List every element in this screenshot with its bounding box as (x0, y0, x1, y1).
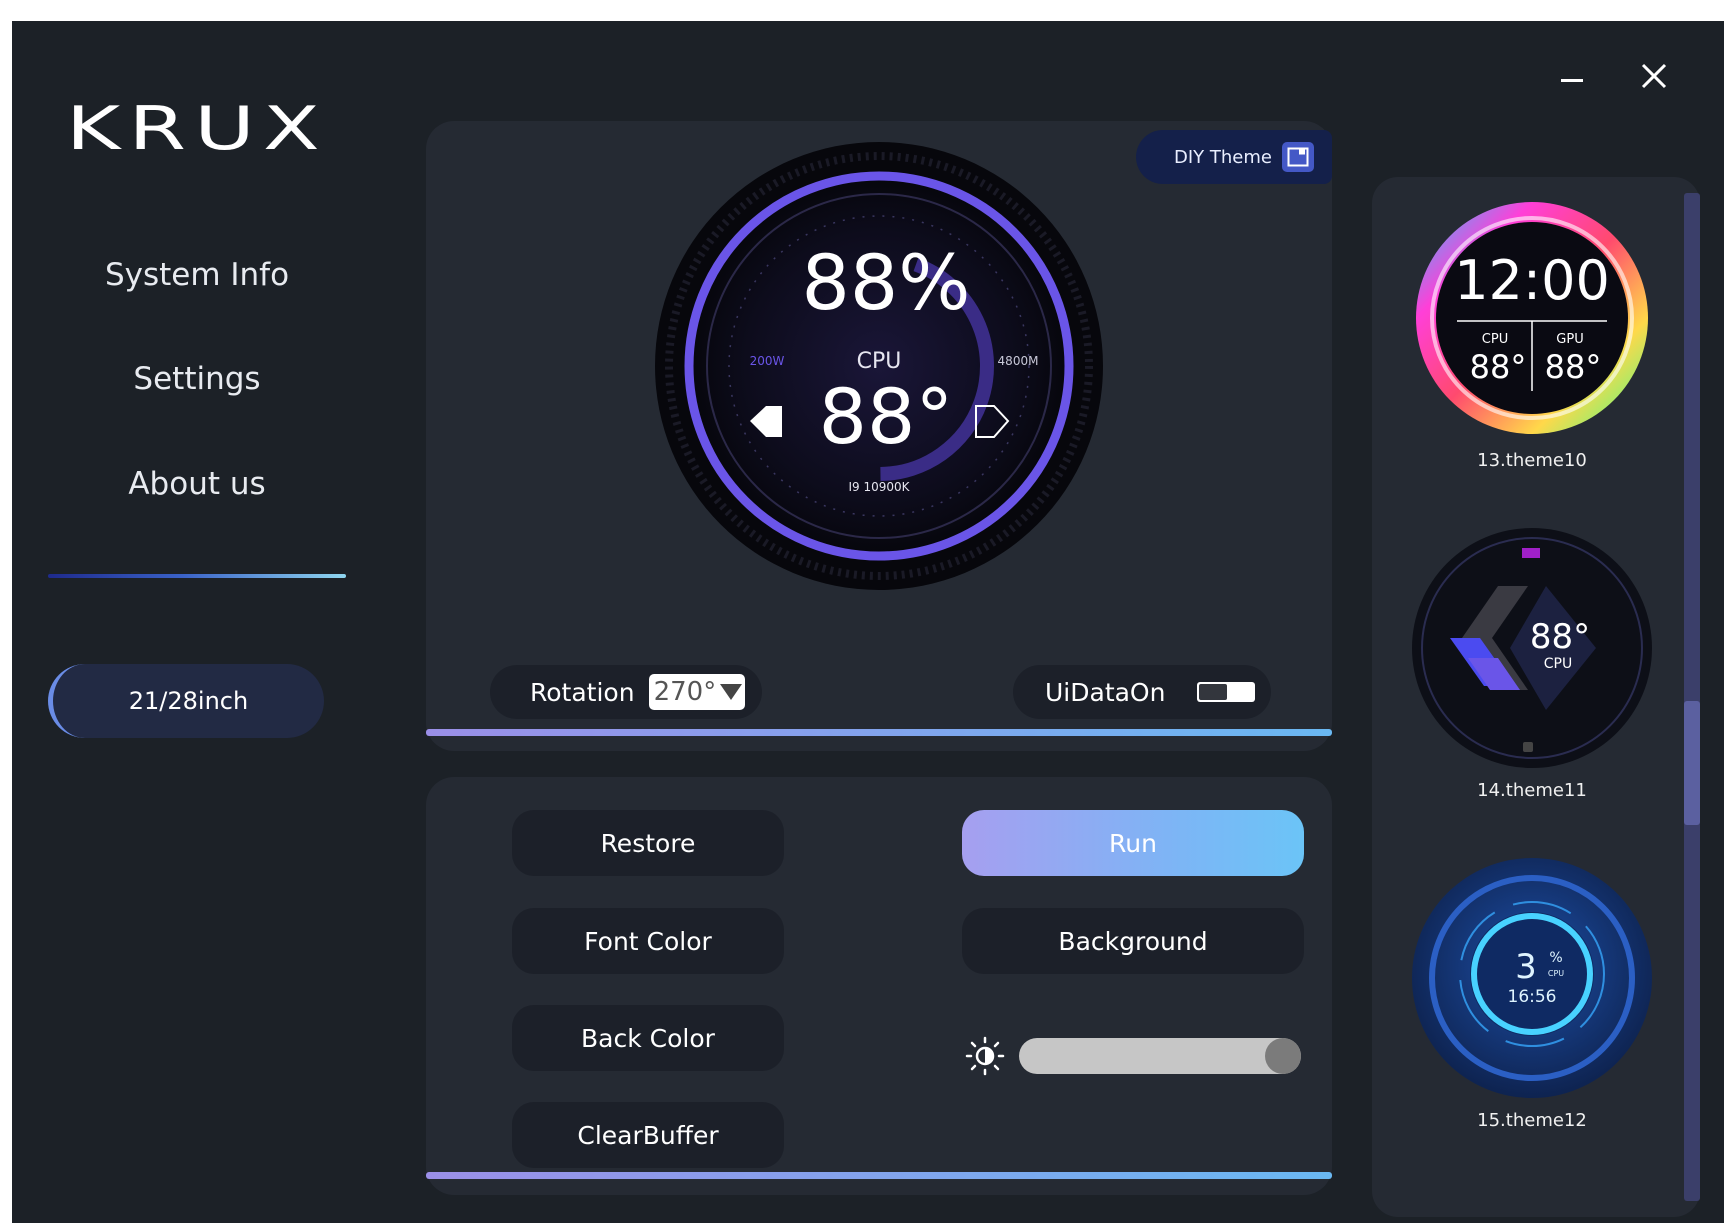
theme-label: 15.theme12 (1477, 1110, 1587, 1131)
theme10-gpu-value: 88° (1545, 348, 1602, 386)
app-window: KRUX System Info Settings About us 21/28… (12, 21, 1724, 1223)
gauge-right-value: 4800M (998, 354, 1039, 368)
actions-panel-bar (426, 1172, 1332, 1179)
brightness-slider-handle[interactable] (1265, 1038, 1301, 1074)
uidata-label: UiDataOn (1045, 677, 1166, 707)
restore-button[interactable]: Restore (512, 810, 784, 876)
theme10-gpu-label: GPU (1556, 332, 1583, 347)
gauge-left-value: 200W (750, 354, 785, 368)
run-button[interactable]: Run (962, 810, 1304, 876)
logo-text: KRUX (66, 94, 328, 161)
theme11-sub-label: CPU (1544, 656, 1572, 672)
background-button[interactable]: Background (962, 908, 1304, 974)
uidata-toggle-knob (1199, 684, 1228, 700)
gauge-model: I9 10900K (848, 480, 910, 494)
theme-item-theme12[interactable]: 3 % CPU 16:56 15.theme12 (1402, 856, 1662, 1131)
screen-size-button[interactable]: 21/28inch (48, 664, 324, 738)
theme11-value: 88° (1530, 617, 1590, 657)
theme10-cpu-label: CPU (1482, 332, 1508, 347)
theme-list-scrollbar[interactable] (1684, 193, 1700, 1201)
theme11-thumbnail: 88° CPU (1412, 528, 1652, 768)
theme-label: 13.theme10 (1477, 450, 1587, 471)
nav-item-about-us[interactable]: About us (52, 466, 342, 502)
rotation-select[interactable]: 270° (648, 674, 745, 710)
uidata-toggle[interactable] (1197, 682, 1256, 702)
back-color-button[interactable]: Back Color (512, 1005, 784, 1071)
theme12-sub-label: CPU (1548, 969, 1564, 978)
minimize-button[interactable] (1547, 51, 1597, 101)
diy-theme-icon (1282, 142, 1314, 172)
uidata-control: UiDataOn (1013, 665, 1271, 719)
theme-preview-gauge: 88% CPU 200W 4800M 88° I9 10900K (655, 142, 1103, 590)
close-button[interactable] (1629, 51, 1679, 101)
theme10-cpu-value: 88° (1470, 348, 1527, 386)
gauge-percent: 88% (802, 238, 971, 327)
diy-theme-button[interactable]: DIY Theme (1136, 130, 1332, 184)
gauge-temperature: 88° (819, 372, 954, 461)
diy-theme-label: DIY Theme (1174, 146, 1272, 168)
rotation-control: Rotation 270° (490, 665, 762, 719)
dropdown-arrow-icon (720, 684, 743, 700)
theme-label: 14.theme11 (1477, 780, 1587, 801)
nav-item-system-info[interactable]: System Info (52, 257, 342, 293)
krux-logo: KRUX (66, 94, 328, 161)
close-icon (1641, 63, 1667, 89)
nav-divider (48, 574, 346, 578)
theme12-thumbnail: 3 % CPU 16:56 (1412, 858, 1652, 1098)
theme12-unit: % (1549, 950, 1562, 966)
preview-panel-bar (426, 729, 1332, 736)
theme10-time: 12:00 (1454, 249, 1610, 312)
nav-item-settings[interactable]: Settings (52, 361, 342, 397)
theme10-thumbnail: 12:00 CPU GPU 88° 88° (1416, 202, 1648, 434)
gauge-label: CPU (857, 349, 902, 374)
brightness-slider[interactable] (1019, 1038, 1301, 1074)
brightness-icon (965, 1036, 1005, 1076)
minimize-icon (1561, 78, 1583, 82)
theme-item-theme11[interactable]: 88° CPU 14.theme11 (1402, 526, 1662, 801)
rotation-value: 270° (653, 677, 717, 707)
clear-buffer-button[interactable]: ClearBuffer (512, 1102, 784, 1168)
font-color-button[interactable]: Font Color (512, 908, 784, 974)
theme12-value: 3 (1515, 947, 1537, 987)
theme12-time: 16:56 (1508, 987, 1557, 1007)
theme-list-scroll-thumb[interactable] (1684, 701, 1700, 825)
theme-item-theme10[interactable]: 12:00 CPU GPU 88° 88° 13.theme10 (1402, 196, 1662, 471)
rotation-label: Rotation (530, 677, 635, 707)
